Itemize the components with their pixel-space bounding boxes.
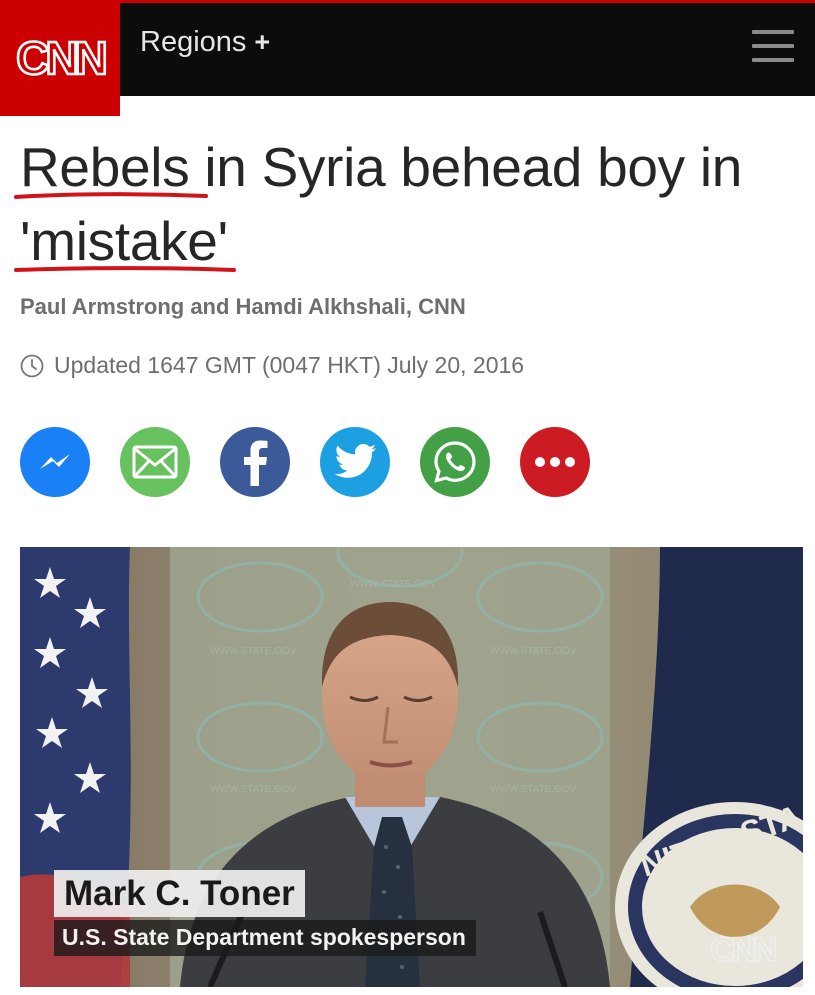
svg-text:WWW.STATE.GOV: WWW.STATE.GOV — [210, 646, 297, 657]
svg-text:CNN: CNN — [16, 32, 105, 84]
svg-text:WWW.STATE.GOV: WWW.STATE.GOV — [490, 784, 577, 795]
regions-plus-icon: + — [254, 27, 271, 57]
more-icon — [535, 457, 575, 467]
red-underline-mark — [14, 192, 208, 199]
clock-icon — [20, 354, 44, 377]
share-whatsapp-button[interactable] — [420, 427, 490, 497]
menu-bar — [752, 58, 794, 62]
regions-label: Regions — [140, 26, 247, 58]
cnn-logo-mark: CNN — [15, 32, 109, 84]
top-nav-bar — [0, 0, 815, 96]
share-bar — [20, 427, 590, 497]
regions-menu[interactable]: Regions + — [140, 26, 270, 59]
svg-text:WWW.STATE.GOV: WWW.STATE.GOV — [490, 646, 577, 657]
lower-third-name: Mark C. Toner — [54, 870, 305, 917]
menu-bar — [752, 44, 794, 48]
headline-underlined-word: Rebels — [14, 130, 208, 204]
lower-third-title: U.S. State Department spokesperson — [54, 920, 476, 956]
top-red-line — [0, 0, 815, 3]
updated-timestamp: Updated 1647 GMT (0047 HKT) July 20, 201… — [20, 352, 524, 379]
email-icon — [132, 445, 178, 479]
whatsapp-icon — [434, 441, 476, 483]
article-headline: Rebels in Syria behead boy in 'mistake' — [14, 130, 800, 278]
cnn-logo[interactable]: CNN — [0, 0, 120, 116]
share-twitter-button[interactable] — [320, 427, 390, 497]
hamburger-menu-icon[interactable] — [752, 30, 794, 64]
twitter-icon — [334, 444, 376, 478]
share-facebook-button[interactable] — [220, 427, 290, 497]
red-underline-mark — [14, 266, 236, 272]
messenger-icon — [40, 454, 70, 469]
headline-underlined-word: 'mistake' — [14, 204, 236, 278]
share-more-button[interactable] — [520, 427, 590, 497]
share-email-button[interactable] — [120, 427, 190, 497]
updated-text: Updated 1647 GMT (0047 HKT) July 20, 201… — [54, 352, 525, 378]
cnn-watermark: CNN — [710, 931, 776, 969]
share-messenger-button[interactable] — [20, 427, 90, 497]
menu-bar — [752, 30, 794, 34]
article-byline: Paul Armstrong and Hamdi Alkhshali, CNN — [20, 294, 466, 319]
svg-text:WWW.STATE.GOV: WWW.STATE.GOV — [210, 784, 297, 795]
facebook-icon — [244, 440, 268, 486]
svg-text:WWW.STATE.GOV: WWW.STATE.GOV — [350, 579, 437, 590]
